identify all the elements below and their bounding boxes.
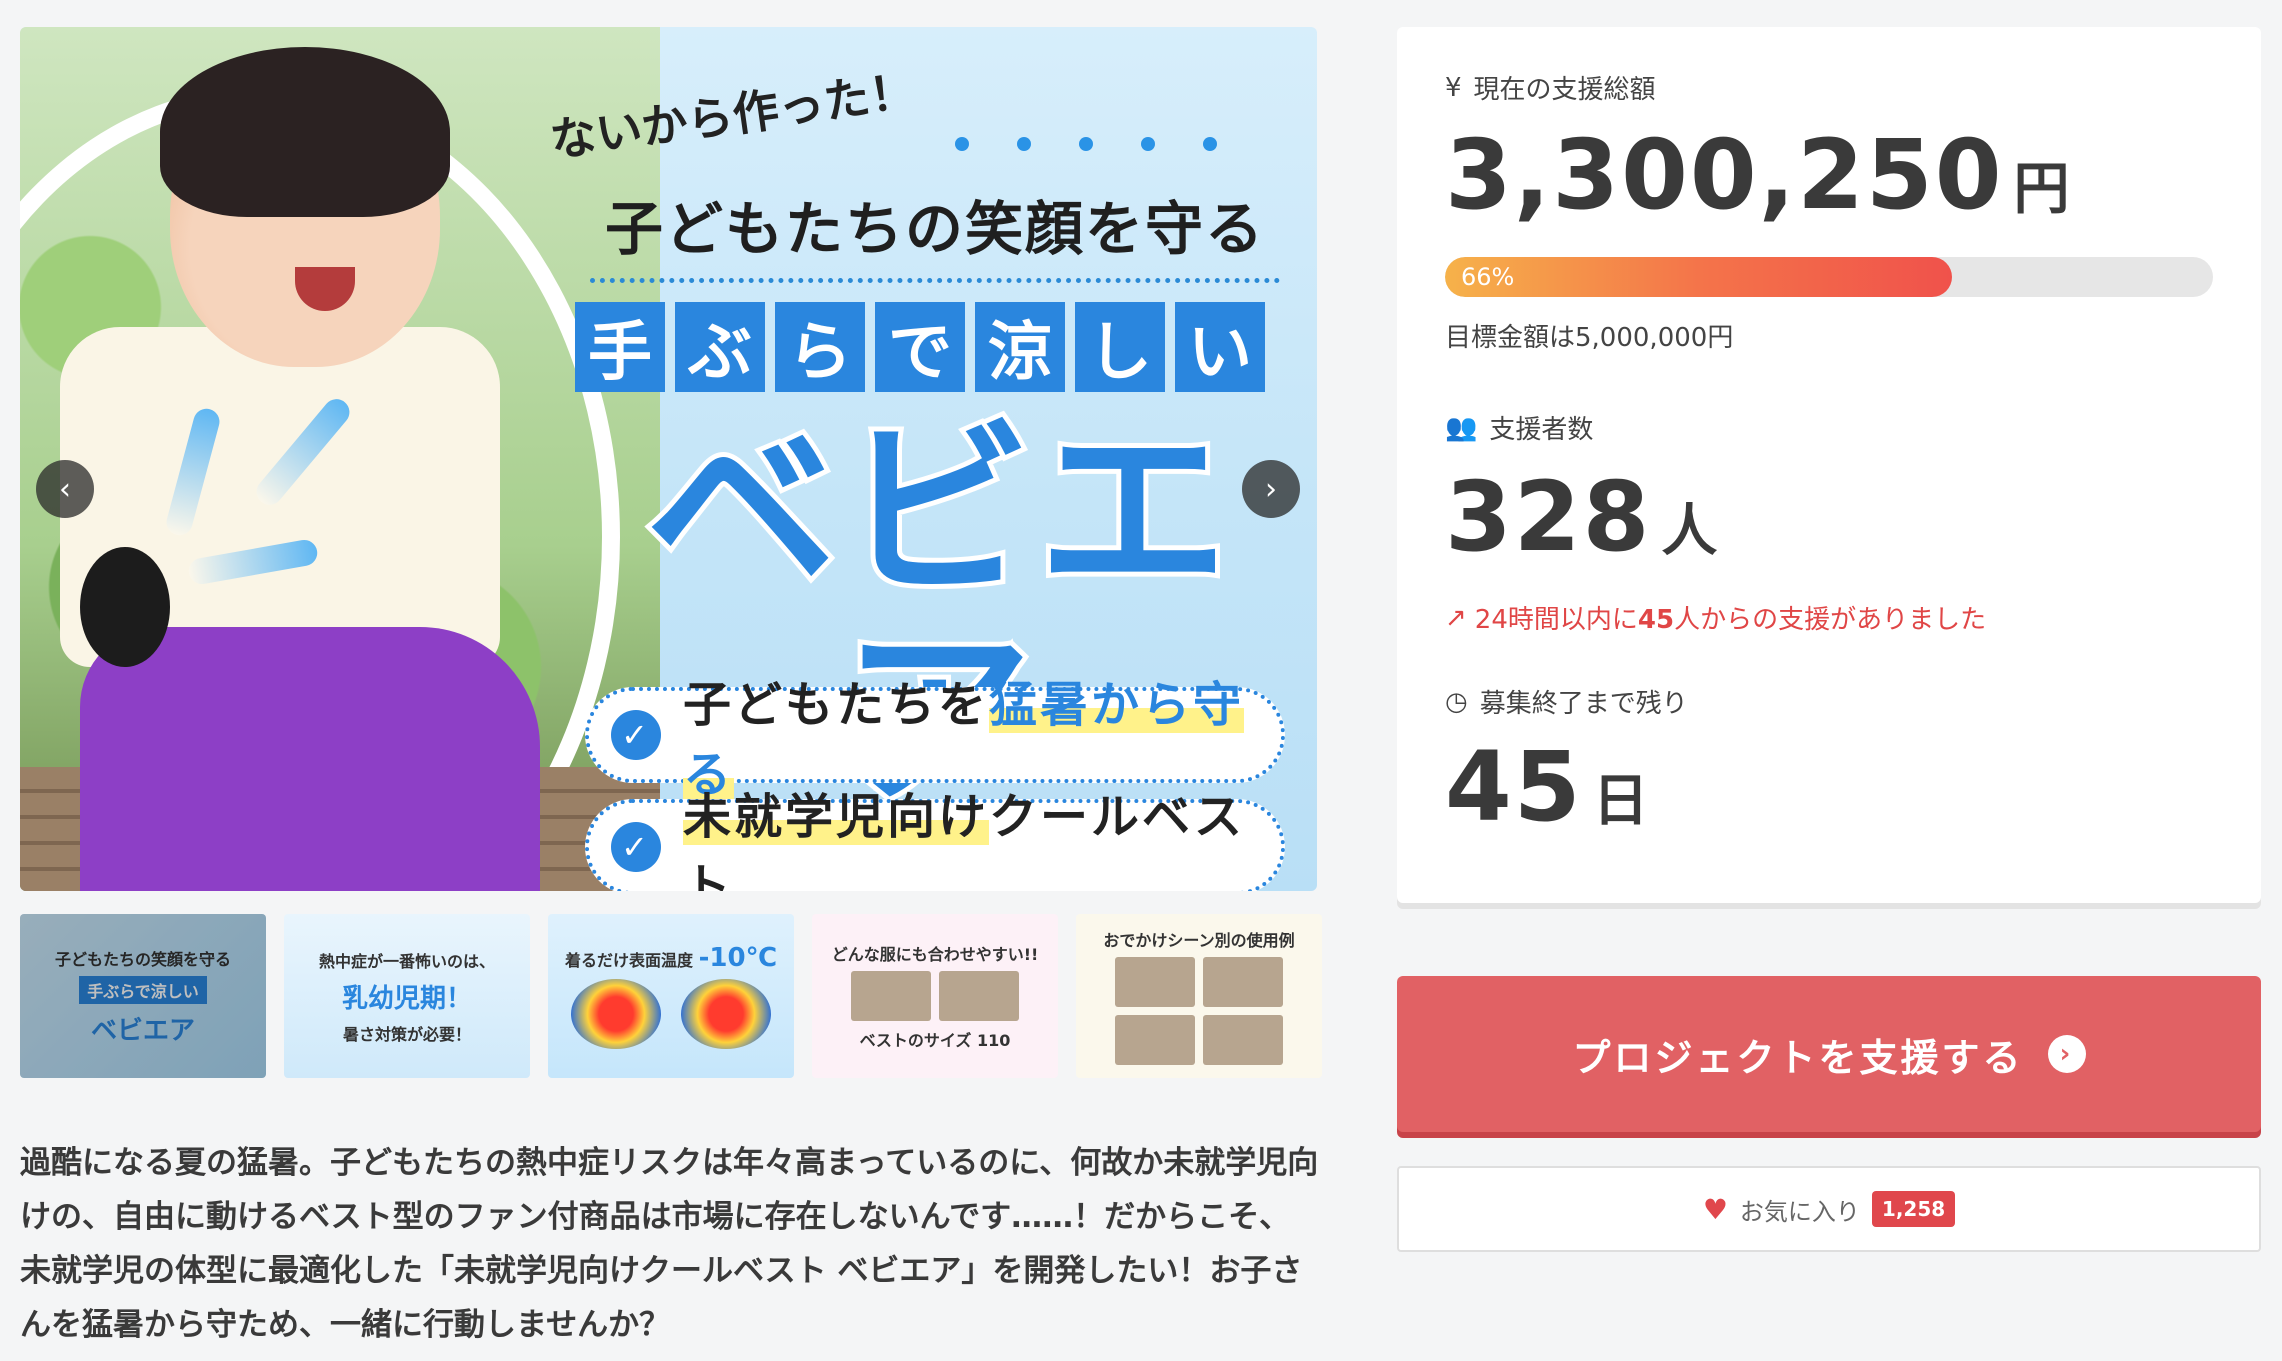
thumbnail-photos (851, 971, 1019, 1021)
thumbnail-5[interactable]: おでかけシーン別の使用例 (1076, 914, 1322, 1078)
thumbnail-text: ベストのサイズ 110 (859, 1031, 1011, 1050)
thumbnail-1[interactable]: 子どもたちの笑顔を守る 手ぶらで涼しい ベビエア (20, 914, 266, 1078)
hero-tile: ぶ (675, 302, 765, 392)
amount-number: 3,300,250 (1445, 119, 2004, 231)
project-description: 過酷になる夏の猛暑。子どもたちの熱中症リスクは年々高まっているのに、何故か未就学… (20, 1145, 1319, 1343)
thumbnail-4[interactable]: どんな服にも合わせやすい!! ベストのサイズ 110 (812, 914, 1058, 1078)
thumbnail-text: ベビエア (90, 1015, 195, 1046)
thumbnail-text: 子どもたちの笑顔を守る (54, 949, 231, 969)
thumbnail-photos (1115, 957, 1283, 1065)
favorite-button[interactable]: ♥ お気に入り 1,258 (1397, 1166, 2261, 1252)
remaining-label-text: 募集終了まで残り (1479, 689, 1688, 719)
remaining-value: 45 日 (1445, 739, 1651, 835)
thumbnail-caption: 着るだけ表面温度 (564, 951, 693, 970)
favorite-count-badge: 1,258 (1871, 1191, 1956, 1227)
recent-suffix: 人からの支援がありました (1674, 605, 1987, 635)
stats-card: ¥ 現在の支援総額 3,300,250 円 66% 目標金額は5,000,000円… (1397, 27, 2261, 903)
hero-image: ないから作った！ 子どもたちの笑顔を守る 手 ぶ ら で 涼 し い ベビエア … (20, 27, 1317, 891)
amount-label: ¥ 現在の支援総額 (1445, 69, 1656, 106)
next-slide-button[interactable]: › (1242, 460, 1300, 518)
recent-text: 24時間以内に45人からの支援がありました (1475, 599, 1986, 636)
backers-label: 👥 支援者数 (1445, 409, 1593, 446)
amount-unit: 円 (2013, 157, 2072, 222)
hero-feature-1: ✓ 子どもたちを猛暑から守る (585, 677, 1285, 803)
check-icon: ✓ (611, 710, 661, 760)
heart-icon: ♥ (1702, 1192, 1728, 1226)
hero-tiles: 手 ぶ ら で 涼 し い (575, 302, 1265, 392)
chevron-right-icon: › (2047, 1035, 2086, 1073)
feature-highlight: 未就学児向け (683, 789, 990, 845)
thumbnail-2[interactable]: 熱中症が一番怖いのは、 乳幼児期！ 暑さ対策が必要！ (284, 914, 530, 1078)
support-project-button[interactable]: プロジェクトを支援する › (1397, 976, 2261, 1132)
kid-pants (80, 627, 540, 891)
hero-tile: で (875, 302, 965, 392)
thumbnail-text: 手ぶらで涼しい (79, 975, 207, 1004)
yen-icon: ¥ (1445, 72, 1462, 103)
amount-label-text: 現在の支援総額 (1473, 75, 1656, 105)
kid-hair (160, 47, 450, 217)
thermal-images (571, 979, 771, 1049)
hero-feature-2-text: 未就学児向けクールベスト (683, 777, 1281, 891)
thumbnail-3[interactable]: 着るだけ表面温度 -10℃ (548, 914, 794, 1078)
recent-count: 45 (1637, 605, 1675, 635)
hero-tile: ら (775, 302, 865, 392)
progress-label: 66% (1461, 263, 1515, 291)
backers-unit: 人 (1661, 499, 1720, 564)
hero-feature-2: ✓ 未就学児向けクールベスト (585, 789, 1285, 891)
prev-slide-button[interactable]: ‹ (36, 460, 94, 518)
backers-label-text: 支援者数 (1489, 415, 1594, 445)
fan-device (80, 547, 170, 667)
remaining-number: 45 (1445, 731, 1583, 843)
trending-up-icon: ↗ (1445, 602, 1467, 633)
progress-fill: 66% (1445, 257, 1952, 297)
thumbnail-text: おでかけシーン別の使用例 (1103, 931, 1295, 950)
thumbnail-text: 熱中症が一番怖いのは、 (318, 951, 495, 971)
recent-backers-notice: ↗ 24時間以内に45人からの支援がありました (1445, 599, 1986, 636)
backers-value: 328 人 (1445, 469, 1719, 565)
project-page: ないから作った！ 子どもたちの笑顔を守る 手 ぶ ら で 涼 し い ベビエア … (0, 0, 2282, 1361)
users-icon: 👥 (1445, 412, 1478, 443)
progress-bar: 66% (1445, 257, 2213, 297)
support-button-label: プロジェクトを支援する (1572, 1035, 2024, 1080)
thumbnail-caption: -10℃ (698, 943, 778, 973)
hero-tile: 手 (575, 302, 665, 392)
backers-number: 328 (1445, 461, 1652, 573)
amount-value: 3,300,250 円 (1445, 127, 2072, 223)
decor-dots (955, 137, 1217, 151)
feature-text: 子どもたちを (683, 677, 990, 733)
recent-prefix: 24時間以内に (1474, 605, 1638, 635)
hero-tile: 涼 (975, 302, 1065, 392)
chevron-left-icon: ‹ (59, 471, 71, 507)
check-icon: ✓ (611, 822, 661, 872)
favorite-label: お気に入り (1739, 1197, 1860, 1226)
hero-tile: い (1175, 302, 1265, 392)
clock-icon: ◷ (1445, 686, 1468, 717)
hero-subtitle: 子どもたちの笑顔を守る (590, 182, 1280, 283)
thumbnail-text: 乳幼児期！ (341, 983, 472, 1014)
thumbnail-strip: 子どもたちの笑顔を守る 手ぶらで涼しい ベビエア 熱中症が一番怖いのは、 乳幼児… (20, 914, 1322, 1078)
thumbnail-text: 着るだけ表面温度 -10℃ (565, 943, 777, 973)
remaining-label: ◷ 募集終了まで残り (1445, 683, 1688, 720)
hero-tile: し (1075, 302, 1165, 392)
thumbnail-text: 暑さ対策が必要！ (342, 1024, 471, 1044)
goal-amount: 目標金額は5,000,000円 (1445, 323, 1734, 353)
remaining-unit: 日 (1592, 769, 1651, 834)
thumbnail-text: どんな服にも合わせやすい!! (831, 945, 1039, 964)
chevron-right-icon: › (1265, 471, 1277, 507)
